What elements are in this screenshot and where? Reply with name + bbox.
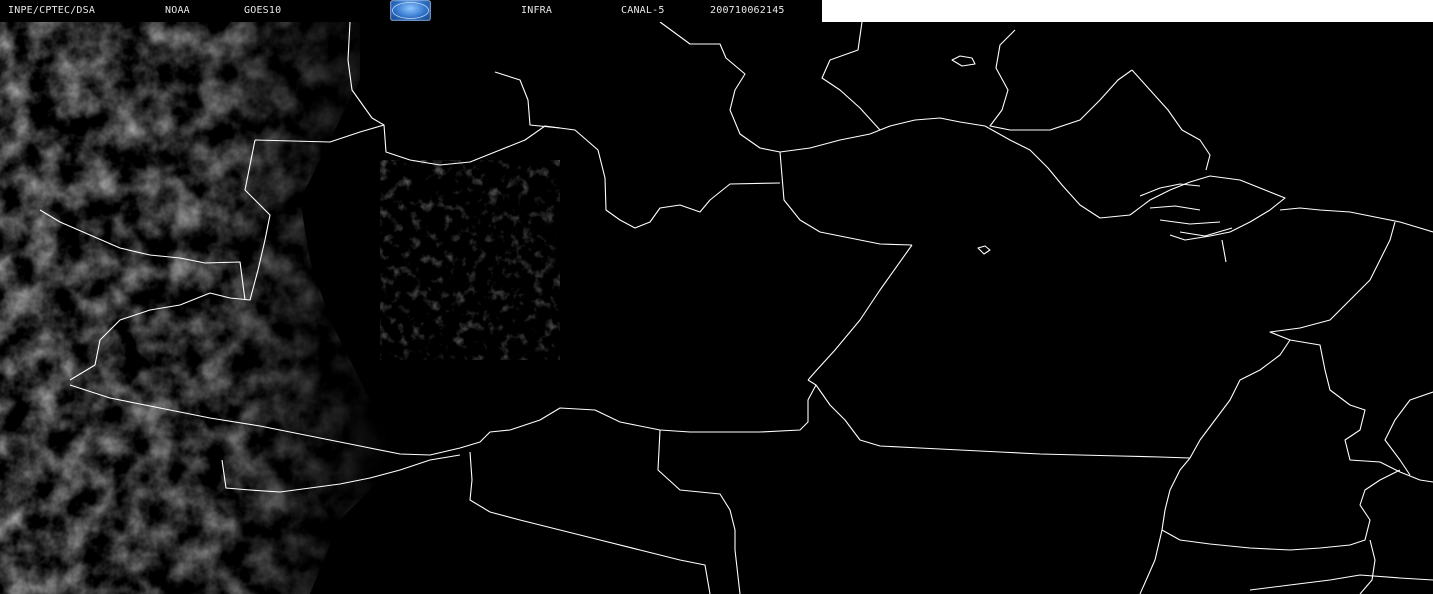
- border-south-2: [1249, 574, 1433, 591]
- border-french-guiana: [1131, 69, 1211, 171]
- lake-2: [977, 245, 991, 255]
- channel-label: CANAL-5: [621, 5, 665, 16]
- border-guyana-west: [821, 21, 881, 131]
- satellite-label: GOES10: [244, 5, 282, 16]
- border-south: [1139, 529, 1163, 594]
- border-venezuela-north: [659, 21, 781, 153]
- lake-1: [951, 55, 976, 67]
- border-rondonia-mato-grosso: [657, 429, 741, 594]
- border-para-mato-grosso: [815, 384, 1191, 459]
- border-guiana-south: [984, 125, 1131, 219]
- coast-para: [1279, 207, 1433, 233]
- cptec-logo: [390, 0, 431, 21]
- header-blank-block: [822, 0, 1433, 22]
- cloud-speckles: [380, 160, 560, 360]
- border-piaui: [1384, 391, 1433, 476]
- border-guyana: [779, 117, 986, 153]
- border-amazonas-para-diagonal: [807, 244, 913, 381]
- border-maranhao-tocantins: [1289, 339, 1433, 483]
- border-bahia: [1359, 539, 1376, 594]
- agency-label: NOAA: [165, 5, 190, 16]
- image-header: INPE/CPTEC/DSA NOAA GOES10 INFRA CANAL-5…: [0, 0, 1433, 22]
- satellite-image-viewport: INPE/CPTEC/DSA NOAA GOES10 INFRA CANAL-5…: [0, 0, 1433, 594]
- border-goias: [1161, 457, 1401, 551]
- delta-islands: [1139, 183, 1233, 263]
- border-suriname: [989, 29, 1133, 131]
- border-amazonas-roraima: [779, 151, 913, 246]
- satellite-map: [0, 21, 1433, 594]
- timestamp-label: 200710062145: [710, 5, 785, 16]
- band-label: INFRA: [521, 5, 553, 16]
- source-label: INPE/CPTEC/DSA: [8, 5, 96, 16]
